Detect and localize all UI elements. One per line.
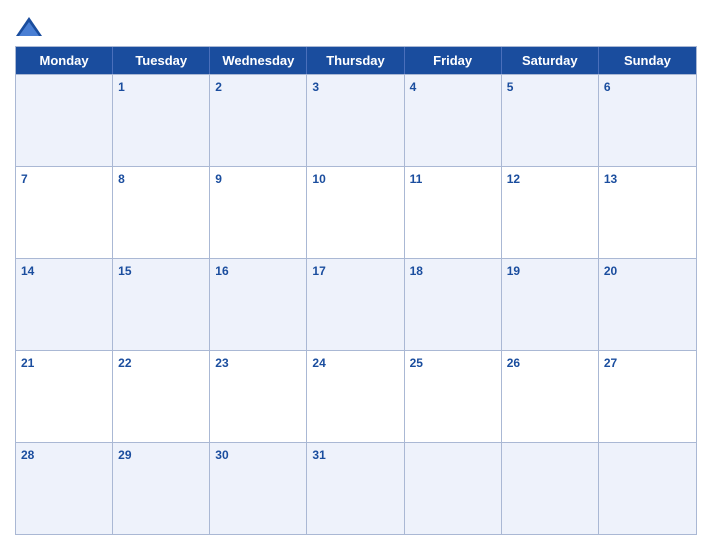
logo — [15, 16, 47, 38]
day-cell-w5-d3: 30 — [210, 443, 307, 534]
day-cell-w4-d5: 25 — [405, 351, 502, 442]
week-row-5: 28 29 30 31 — [16, 442, 696, 534]
date-number: 5 — [507, 80, 514, 94]
date-number: 21 — [21, 356, 34, 370]
date-number: 1 — [118, 80, 125, 94]
week-row-3: 14 15 16 17 18 19 20 — [16, 258, 696, 350]
date-number: 14 — [21, 264, 34, 278]
day-cell-w5-d5 — [405, 443, 502, 534]
day-cell-w2-d1: 7 — [16, 167, 113, 258]
day-header-tuesday: Tuesday — [113, 47, 210, 74]
day-header-monday: Monday — [16, 47, 113, 74]
day-cell-w4-d6: 26 — [502, 351, 599, 442]
date-number: 31 — [312, 448, 325, 462]
date-number: 18 — [410, 264, 423, 278]
date-number: 4 — [410, 80, 417, 94]
week-row-1: 1 2 3 4 5 6 — [16, 74, 696, 166]
date-number: 13 — [604, 172, 617, 186]
day-cell-w4-d2: 22 — [113, 351, 210, 442]
day-cell-w4-d1: 21 — [16, 351, 113, 442]
day-cell-w3-d4: 17 — [307, 259, 404, 350]
date-number: 27 — [604, 356, 617, 370]
date-number: 12 — [507, 172, 520, 186]
day-cell-w5-d2: 29 — [113, 443, 210, 534]
logo-icon — [15, 16, 43, 38]
day-cell-w2-d5: 11 — [405, 167, 502, 258]
day-headers-row: Monday Tuesday Wednesday Thursday Friday… — [16, 47, 696, 74]
day-cell-w3-d5: 18 — [405, 259, 502, 350]
calendar: Monday Tuesday Wednesday Thursday Friday… — [15, 46, 697, 535]
day-cell-w1-d4: 3 — [307, 75, 404, 166]
day-cell-w4-d4: 24 — [307, 351, 404, 442]
day-cell-w4-d7: 27 — [599, 351, 696, 442]
weeks-container: 1234567891011121314151617181920212223242… — [16, 74, 696, 534]
date-number: 9 — [215, 172, 222, 186]
day-cell-w5-d6 — [502, 443, 599, 534]
date-number: 28 — [21, 448, 34, 462]
date-number: 3 — [312, 80, 319, 94]
day-cell-w1-d1 — [16, 75, 113, 166]
day-cell-w3-d1: 14 — [16, 259, 113, 350]
day-header-saturday: Saturday — [502, 47, 599, 74]
date-number: 11 — [410, 172, 423, 186]
day-cell-w1-d3: 2 — [210, 75, 307, 166]
date-number: 26 — [507, 356, 520, 370]
day-cell-w5-d1: 28 — [16, 443, 113, 534]
date-number: 29 — [118, 448, 131, 462]
day-cell-w2-d2: 8 — [113, 167, 210, 258]
day-header-friday: Friday — [405, 47, 502, 74]
day-cell-w3-d7: 20 — [599, 259, 696, 350]
date-number: 6 — [604, 80, 611, 94]
day-header-thursday: Thursday — [307, 47, 404, 74]
date-number: 16 — [215, 264, 228, 278]
day-cell-w1-d7: 6 — [599, 75, 696, 166]
day-header-sunday: Sunday — [599, 47, 696, 74]
date-number: 2 — [215, 80, 222, 94]
date-number: 22 — [118, 356, 131, 370]
week-row-4: 21 22 23 24 25 26 27 — [16, 350, 696, 442]
day-cell-w3-d6: 19 — [502, 259, 599, 350]
calendar-header — [15, 10, 697, 46]
date-number: 30 — [215, 448, 228, 462]
day-cell-w1-d2: 1 — [113, 75, 210, 166]
day-cell-w1-d6: 5 — [502, 75, 599, 166]
date-number: 24 — [312, 356, 325, 370]
day-cell-w2-d4: 10 — [307, 167, 404, 258]
day-cell-w2-d7: 13 — [599, 167, 696, 258]
week-row-2: 7 8 9 10 11 12 13 — [16, 166, 696, 258]
day-cell-w5-d4: 31 — [307, 443, 404, 534]
day-header-wednesday: Wednesday — [210, 47, 307, 74]
date-number: 19 — [507, 264, 520, 278]
date-number: 20 — [604, 264, 617, 278]
date-number: 10 — [312, 172, 325, 186]
day-cell-w4-d3: 23 — [210, 351, 307, 442]
date-number: 23 — [215, 356, 228, 370]
day-cell-w2-d3: 9 — [210, 167, 307, 258]
day-cell-w1-d5: 4 — [405, 75, 502, 166]
date-number: 15 — [118, 264, 131, 278]
date-number: 17 — [312, 264, 325, 278]
date-number: 7 — [21, 172, 28, 186]
date-number: 8 — [118, 172, 125, 186]
day-cell-w3-d3: 16 — [210, 259, 307, 350]
day-cell-w2-d6: 12 — [502, 167, 599, 258]
date-number: 25 — [410, 356, 423, 370]
day-cell-w5-d7 — [599, 443, 696, 534]
day-cell-w3-d2: 15 — [113, 259, 210, 350]
